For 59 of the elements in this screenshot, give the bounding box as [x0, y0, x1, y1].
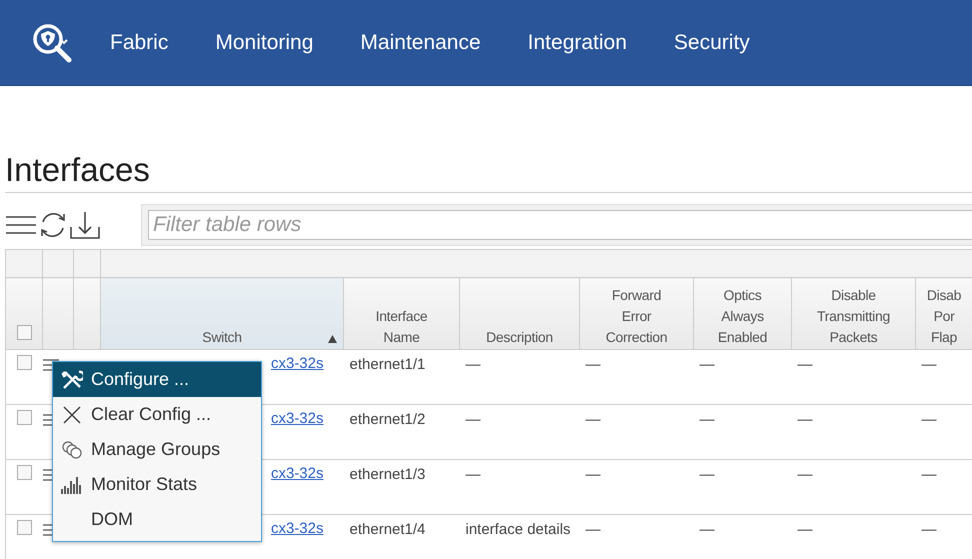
table-cell: — [694, 404, 792, 460]
download-icon[interactable] [69, 209, 101, 241]
menu-item[interactable]: DOM [53, 502, 261, 537]
menu-item[interactable]: Clear Config ... [53, 397, 261, 432]
row-checkbox[interactable] [16, 465, 32, 480]
nav-link[interactable]: Maintenance [360, 30, 481, 54]
switch-link[interactable]: cx3-32s [270, 465, 324, 482]
table-cell: ethernet1/1 [344, 350, 460, 404]
menu-item[interactable]: Monitor Stats [53, 467, 261, 502]
table-cell: — [792, 514, 916, 559]
switch-link[interactable]: cx3-32s [270, 410, 324, 427]
select-all-checkbox[interactable] [16, 325, 32, 340]
switch-link[interactable]: cx3-32s [270, 355, 324, 372]
column-header[interactable]: Switch [100, 278, 344, 350]
table-cell: — [792, 350, 916, 404]
table-cell: — [460, 350, 580, 404]
nav-link[interactable]: Monitoring [215, 30, 314, 54]
nav-link[interactable]: Integration [528, 30, 627, 54]
table-cell: — [694, 514, 792, 559]
table-cell: — [792, 460, 916, 514]
table-cell: — [580, 350, 694, 404]
table-cell: ethernet1/2 [344, 404, 460, 460]
row-checkbox[interactable] [16, 520, 32, 535]
table-cell: — [916, 460, 972, 514]
menu-item[interactable]: Manage Groups [53, 432, 261, 467]
column-header[interactable]: Description [460, 278, 580, 350]
close-icon [62, 404, 82, 424]
table-cell: — [916, 404, 972, 460]
sort-ascending-icon [328, 335, 337, 343]
row-checkbox[interactable] [16, 355, 32, 370]
table-cell: — [580, 514, 694, 559]
table-cell: ethernet1/3 [344, 460, 460, 514]
column-header[interactable]: Interface Name [344, 278, 460, 350]
table-cell: — [916, 514, 972, 559]
menu-icon[interactable] [5, 213, 37, 237]
column-header[interactable]: Forward Error Correction [580, 278, 694, 350]
nav-link[interactable]: Fabric [110, 30, 168, 54]
menu-item[interactable]: Configure ... [53, 362, 261, 397]
table-cell: — [916, 350, 972, 404]
table-cell: — [792, 404, 916, 460]
filter-field[interactable]: Filter table rows [148, 210, 972, 240]
overlapping-circles-icon [61, 440, 83, 460]
row-checkbox[interactable] [16, 410, 32, 425]
page-title: Interfaces [5, 150, 972, 193]
bar-chart-icon [61, 474, 83, 494]
table-cell: — [580, 404, 694, 460]
table-cell: ethernet1/4 [344, 514, 460, 559]
table-cell: — [694, 460, 792, 514]
table-cell: — [580, 460, 694, 514]
table-cell: — [460, 404, 580, 460]
column-header[interactable]: Disab Por Flap [916, 278, 972, 350]
switch-link[interactable]: cx3-32s [270, 520, 324, 537]
table-cell: — [460, 460, 580, 514]
nav-link[interactable]: Security [674, 30, 750, 54]
table-cell: — [694, 350, 792, 404]
column-header[interactable]: Disable Transmitting Packets [792, 278, 916, 350]
table-cell: interface details [460, 514, 580, 559]
column-header[interactable]: Optics Always Enabled [694, 278, 792, 350]
tools-icon [61, 368, 83, 390]
